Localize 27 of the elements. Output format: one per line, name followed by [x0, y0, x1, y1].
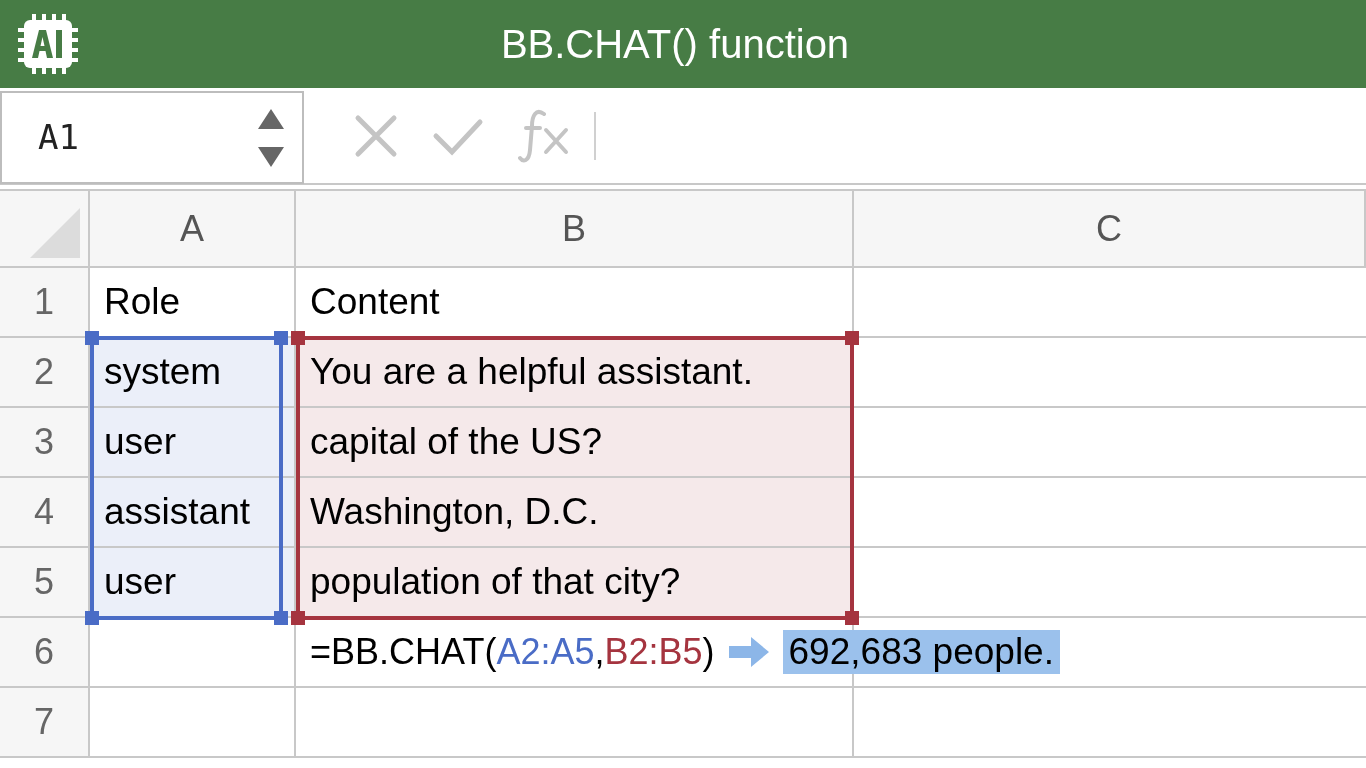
resize-handle[interactable]: [291, 611, 305, 625]
resize-handle[interactable]: [85, 611, 99, 625]
window-title: BB.CHAT() function: [500, 21, 850, 68]
resize-handle[interactable]: [845, 331, 859, 345]
result-text: 692,683 people.: [782, 630, 1060, 674]
select-all-corner[interactable]: [0, 191, 90, 268]
corner-triangle-icon: [30, 208, 80, 258]
resize-handle[interactable]: [291, 331, 305, 345]
row-number[interactable]: 5: [0, 548, 90, 618]
column-header[interactable]: C: [854, 191, 1366, 268]
resize-handle[interactable]: [845, 611, 859, 625]
name-box[interactable]: A1: [0, 91, 304, 184]
arrow-icon: [728, 637, 769, 667]
row-number[interactable]: 6: [0, 618, 90, 688]
column-header[interactable]: A: [90, 191, 296, 268]
row-number[interactable]: 2: [0, 338, 90, 408]
resize-handle[interactable]: [274, 331, 288, 345]
row-number[interactable]: 1: [0, 268, 90, 338]
resize-handle[interactable]: [274, 611, 288, 625]
row-number[interactable]: 3: [0, 408, 90, 478]
ai-chip-icon: [16, 12, 80, 76]
row-number[interactable]: 4: [0, 478, 90, 548]
cancel-icon[interactable]: [354, 113, 398, 158]
row-number[interactable]: 7: [0, 688, 90, 758]
column-header[interactable]: B: [296, 191, 854, 268]
resize-handle[interactable]: [85, 331, 99, 345]
formula-text: =BB.CHAT(A2:A5,B2:B5): [310, 630, 715, 674]
